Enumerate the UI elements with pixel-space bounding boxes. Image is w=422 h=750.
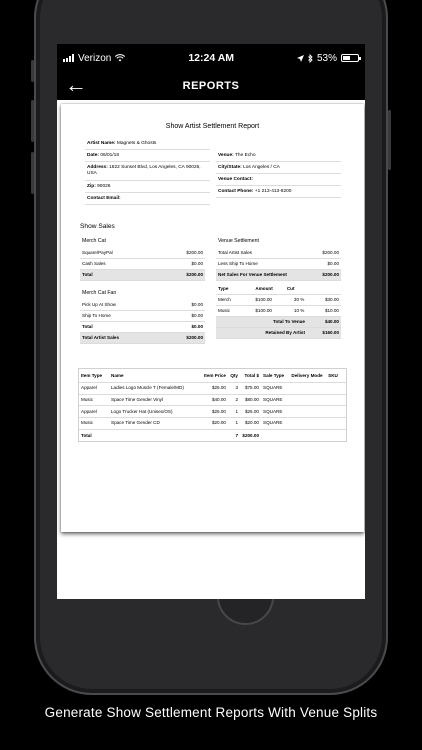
battery-icon bbox=[341, 54, 361, 62]
date-field: Date: 06/01/18 bbox=[87, 153, 120, 158]
table-row: Apparel Ladies Logo Muscle T (Female/MD) $… bbox=[79, 383, 346, 395]
zip-field: Zip: 90026 bbox=[87, 184, 111, 189]
merch-cat-table: Square/PayPal $200.00 Cash Sales $0.00 Tot… bbox=[80, 248, 205, 281]
contact-phone-field: Contact Phone: +1 213-413-8200 bbox=[218, 189, 292, 194]
table-row: Less Ship To Home $0.00 bbox=[216, 259, 341, 270]
bluetooth-icon bbox=[308, 53, 313, 63]
battery-percent: 53% bbox=[316, 52, 337, 64]
report-viewer[interactable]: Show Artist Settlement Report Artist Nam… bbox=[57, 100, 365, 599]
volume-up-button bbox=[31, 100, 34, 142]
table-row: Apparel Logo Trucker Hat (Unisex/OS) $25.0… bbox=[79, 406, 346, 419]
table-row-total-to-venue: Total To Venue $40.00 bbox=[216, 317, 341, 328]
venue-split-table: Type Amount Cut Merch $100.00 30 % $30.0… bbox=[216, 284, 341, 339]
show-sales-heading: Show Sales bbox=[80, 223, 115, 230]
nav-bar: ← REPORTS bbox=[57, 72, 365, 100]
table-row: Music Space Time Gender Vinyl $40.00 2 $80.0… bbox=[79, 395, 346, 407]
table-row: Total Artist Sales $200.00 bbox=[216, 248, 341, 259]
promo-caption: Generate Show Settlement Reports With Ve… bbox=[44, 705, 378, 720]
table-row: Music Space Time Gender CD $20.00 1 $20.00 SQ… bbox=[79, 418, 346, 430]
status-time: 12:24 AM bbox=[188, 52, 235, 64]
contact-email-field: Contact Email: bbox=[87, 196, 121, 201]
city-state-field: City/State: Los Angeles / CA bbox=[218, 165, 280, 170]
table-row-retained-by-artist: Retained By Artist $160.00 bbox=[216, 328, 341, 339]
merch-cat-fan-heading: Merch Cat Fan bbox=[82, 290, 117, 296]
table-row: Pick Up At Show $0.00 bbox=[80, 300, 205, 311]
table-row-net-sales: Net Sales For Venue Settlement $200.00 bbox=[216, 270, 341, 281]
report-title: Show Artist Settlement Report bbox=[165, 123, 260, 130]
venue-settlement-heading: Venue Settlement bbox=[218, 238, 259, 244]
items-table: Item Type Name Item Price Qty Total $ Sa… bbox=[78, 368, 347, 443]
status-bar: Verizon 12:24 AM 53% bbox=[57, 44, 365, 72]
mute-switch bbox=[31, 60, 34, 82]
location-arrow-icon bbox=[296, 54, 304, 62]
table-row-total: Total $0.00 bbox=[80, 322, 205, 333]
table-row: Merch $100.00 30 % $30.00 bbox=[216, 295, 341, 306]
venue-contact-field: Venue Contact: bbox=[218, 177, 253, 182]
phone-screen: Verizon 12:24 AM 53% ← REPORTS Show Arti… bbox=[57, 44, 365, 599]
table-row: Cash Sales $0.00 bbox=[80, 259, 205, 270]
table-row: Music $100.00 10 % $10.00 bbox=[216, 306, 341, 317]
table-row: Ship To Home $0.00 bbox=[80, 311, 205, 322]
merch-cat-heading: Merch Cat bbox=[82, 238, 106, 244]
merch-cat-fan-table: Pick Up At Show $0.00 Ship To Home $0.00 T… bbox=[80, 300, 205, 344]
signal-icon bbox=[63, 54, 74, 62]
power-button bbox=[388, 110, 391, 170]
table-row-total: Total 7 $200.00 bbox=[81, 432, 259, 438]
table-row: Square/PayPal $200.00 bbox=[80, 248, 205, 259]
venue-field: Venue: The Echo bbox=[218, 153, 256, 158]
page-title: REPORTS bbox=[182, 80, 240, 92]
settlement-report-document: Show Artist Settlement Report Artist Nam… bbox=[61, 104, 364, 532]
volume-down-button bbox=[31, 152, 34, 194]
carrier-name: Verizon bbox=[78, 52, 112, 64]
table-header-row: Type Amount Cut bbox=[216, 284, 341, 295]
venue-settlement-table: Total Artist Sales $200.00 Less Ship To H… bbox=[216, 248, 341, 281]
table-row-total: Total $200.00 bbox=[80, 270, 205, 281]
table-row-artist-total: Total Artist Sales $200.00 bbox=[80, 333, 205, 344]
arrow-left-icon[interactable]: ← bbox=[65, 74, 87, 96]
wifi-icon bbox=[115, 54, 126, 62]
artist-name-field: Artist Name: Magnets & Ghosts bbox=[87, 141, 157, 146]
address-field: Address: 1822 Sunset Blvd, Los Angeles, … bbox=[87, 165, 201, 177]
table-header-row: Item Type Name Item Price Qty Total $ Sa… bbox=[79, 369, 346, 383]
